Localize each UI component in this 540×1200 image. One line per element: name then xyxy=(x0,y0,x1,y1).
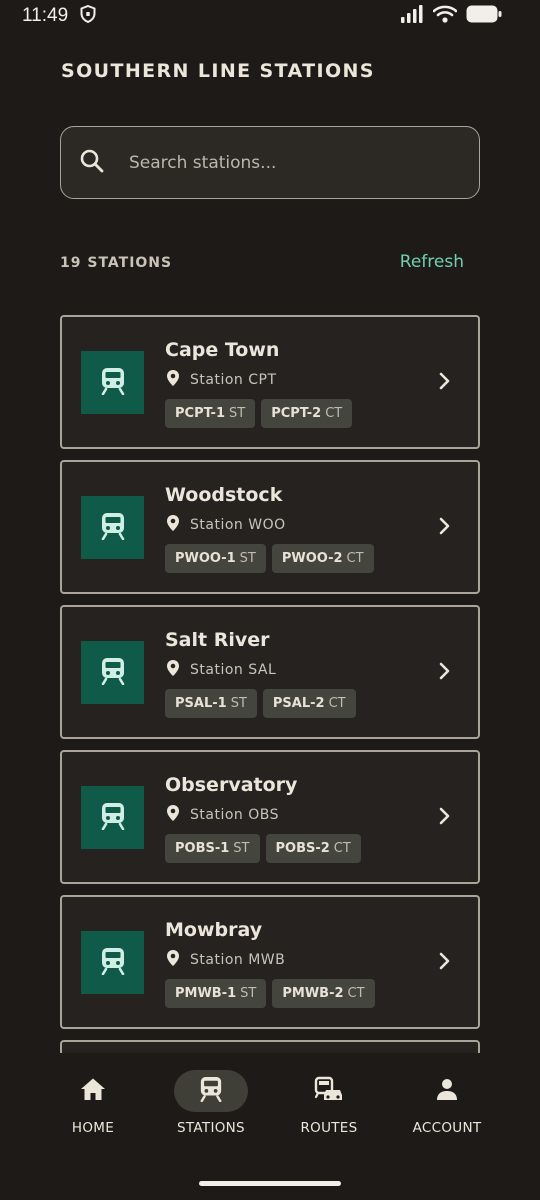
platform-type: CT xyxy=(333,841,351,856)
page-title: SOUTHERN LINE STATIONS xyxy=(61,60,375,82)
train-icon xyxy=(100,657,126,689)
platform-code: PSAL-2 xyxy=(272,696,325,711)
routes-icon xyxy=(314,1076,344,1106)
platform-code: POBS-1 xyxy=(175,841,230,856)
home-indicator[interactable] xyxy=(199,1181,341,1186)
platform-type: CT xyxy=(325,406,343,421)
platform-chip: PSAL-1 ST xyxy=(165,689,257,718)
platform-type: ST xyxy=(240,986,257,1001)
chevron-right-icon[interactable] xyxy=(438,952,450,974)
platform-code: PWOO-2 xyxy=(281,551,343,566)
platform-type: CT xyxy=(347,986,365,1001)
station-card-partial[interactable] xyxy=(60,1040,480,1053)
nav-item-stations[interactable]: STATIONS xyxy=(151,1070,271,1136)
search-field[interactable] xyxy=(60,126,480,199)
nav-label: STATIONS xyxy=(177,1120,245,1136)
nav-item-home[interactable]: HOME xyxy=(33,1070,153,1136)
platform-type: ST xyxy=(229,406,246,421)
train-icon xyxy=(100,367,126,399)
station-code: Station SAL xyxy=(190,662,277,678)
platform-type: ST xyxy=(239,551,256,566)
platform-type: ST xyxy=(230,696,247,711)
station-card[interactable]: Mowbray Station MWB PMWB-1 ST PMWB-2 CT xyxy=(60,895,480,1029)
platform-code: PCPT-1 xyxy=(175,406,225,421)
nav-item-account[interactable]: ACCOUNT xyxy=(387,1070,507,1136)
chevron-right-icon[interactable] xyxy=(438,662,450,684)
train-icon xyxy=(100,947,126,979)
platform-code: PWOO-1 xyxy=(175,551,236,566)
train-icon xyxy=(100,512,126,544)
platform-type: ST xyxy=(233,841,250,856)
platform-code: PMWB-1 xyxy=(175,986,237,1001)
chevron-right-icon[interactable] xyxy=(438,372,450,394)
station-tile xyxy=(81,351,144,414)
nav-label: ACCOUNT xyxy=(412,1120,482,1136)
platform-chip: PSAL-2 CT xyxy=(262,689,356,718)
platform-type: CT xyxy=(346,551,364,566)
search-input[interactable] xyxy=(129,152,429,173)
account-icon xyxy=(435,1077,459,1105)
platform-chip: POBS-1 ST xyxy=(165,834,260,863)
station-card[interactable]: Woodstock Station WOO PWOO-1 ST PWOO-2 C… xyxy=(60,460,480,594)
train-icon xyxy=(100,802,126,834)
station-code: Station CPT xyxy=(190,372,277,388)
station-code: Station OBS xyxy=(190,807,279,823)
location-pin-icon xyxy=(166,514,180,536)
station-tile xyxy=(81,496,144,559)
station-card[interactable]: Observatory Station OBS POBS-1 ST POBS-2… xyxy=(60,750,480,884)
nav-item-routes[interactable]: ROUTES xyxy=(269,1070,389,1136)
search-icon xyxy=(79,148,105,178)
nav-label: HOME xyxy=(71,1120,115,1136)
station-name: Salt River xyxy=(165,629,270,651)
station-name: Cape Town xyxy=(165,339,280,361)
refresh-button[interactable]: Refresh xyxy=(400,252,464,272)
station-name: Observatory xyxy=(165,774,298,796)
platform-code: PCPT-2 xyxy=(271,406,322,421)
platform-chip: PWOO-1 ST xyxy=(165,544,266,573)
home-icon xyxy=(80,1077,106,1105)
signal-icon xyxy=(400,5,424,27)
platform-chip: PCPT-1 ST xyxy=(165,399,256,428)
nav-active-indicator xyxy=(174,1070,248,1112)
station-card[interactable]: Salt River Station SAL PSAL-1 ST PSAL-2 … xyxy=(60,605,480,739)
battery-icon xyxy=(466,5,502,27)
chevron-right-icon[interactable] xyxy=(438,517,450,539)
nav-label: ROUTES xyxy=(300,1120,358,1136)
platform-chip: PMWB-1 ST xyxy=(165,979,267,1008)
location-pin-icon xyxy=(166,804,180,826)
platform-chip: PCPT-2 CT xyxy=(261,399,353,428)
status-bar: 11:49 xyxy=(0,0,540,32)
platform-chip: POBS-2 CT xyxy=(265,834,361,863)
station-tile xyxy=(81,786,144,849)
location-pin-icon xyxy=(166,369,180,391)
bottom-nav: HOME STATIONS ROUTES ACCOUNT xyxy=(0,1053,540,1200)
platform-code: POBS-2 xyxy=(275,841,330,856)
station-tile xyxy=(81,641,144,704)
station-code: Station MWB xyxy=(190,952,286,968)
location-pin-icon xyxy=(166,659,180,681)
station-list[interactable]: Cape Town Station CPT PCPT-1 ST PCPT-2 C… xyxy=(60,315,480,1053)
platform-chip: PWOO-2 CT xyxy=(271,544,374,573)
status-time: 11:49 xyxy=(22,5,69,26)
station-name: Mowbray xyxy=(165,919,263,941)
platform-code: PSAL-1 xyxy=(175,696,227,711)
train-icon xyxy=(199,1076,223,1106)
station-card[interactable]: Cape Town Station CPT PCPT-1 ST PCPT-2 C… xyxy=(60,315,480,449)
wifi-icon xyxy=(432,5,458,27)
station-name: Woodstock xyxy=(165,484,283,506)
platform-code: PMWB-2 xyxy=(282,986,344,1001)
station-count: 19 STATIONS xyxy=(60,255,173,271)
station-tile xyxy=(81,931,144,994)
station-code: Station WOO xyxy=(190,517,286,533)
shield-icon xyxy=(80,4,96,27)
platform-chip: PMWB-2 CT xyxy=(272,979,375,1008)
platform-type: CT xyxy=(328,696,346,711)
chevron-right-icon[interactable] xyxy=(438,807,450,829)
location-pin-icon xyxy=(166,949,180,971)
